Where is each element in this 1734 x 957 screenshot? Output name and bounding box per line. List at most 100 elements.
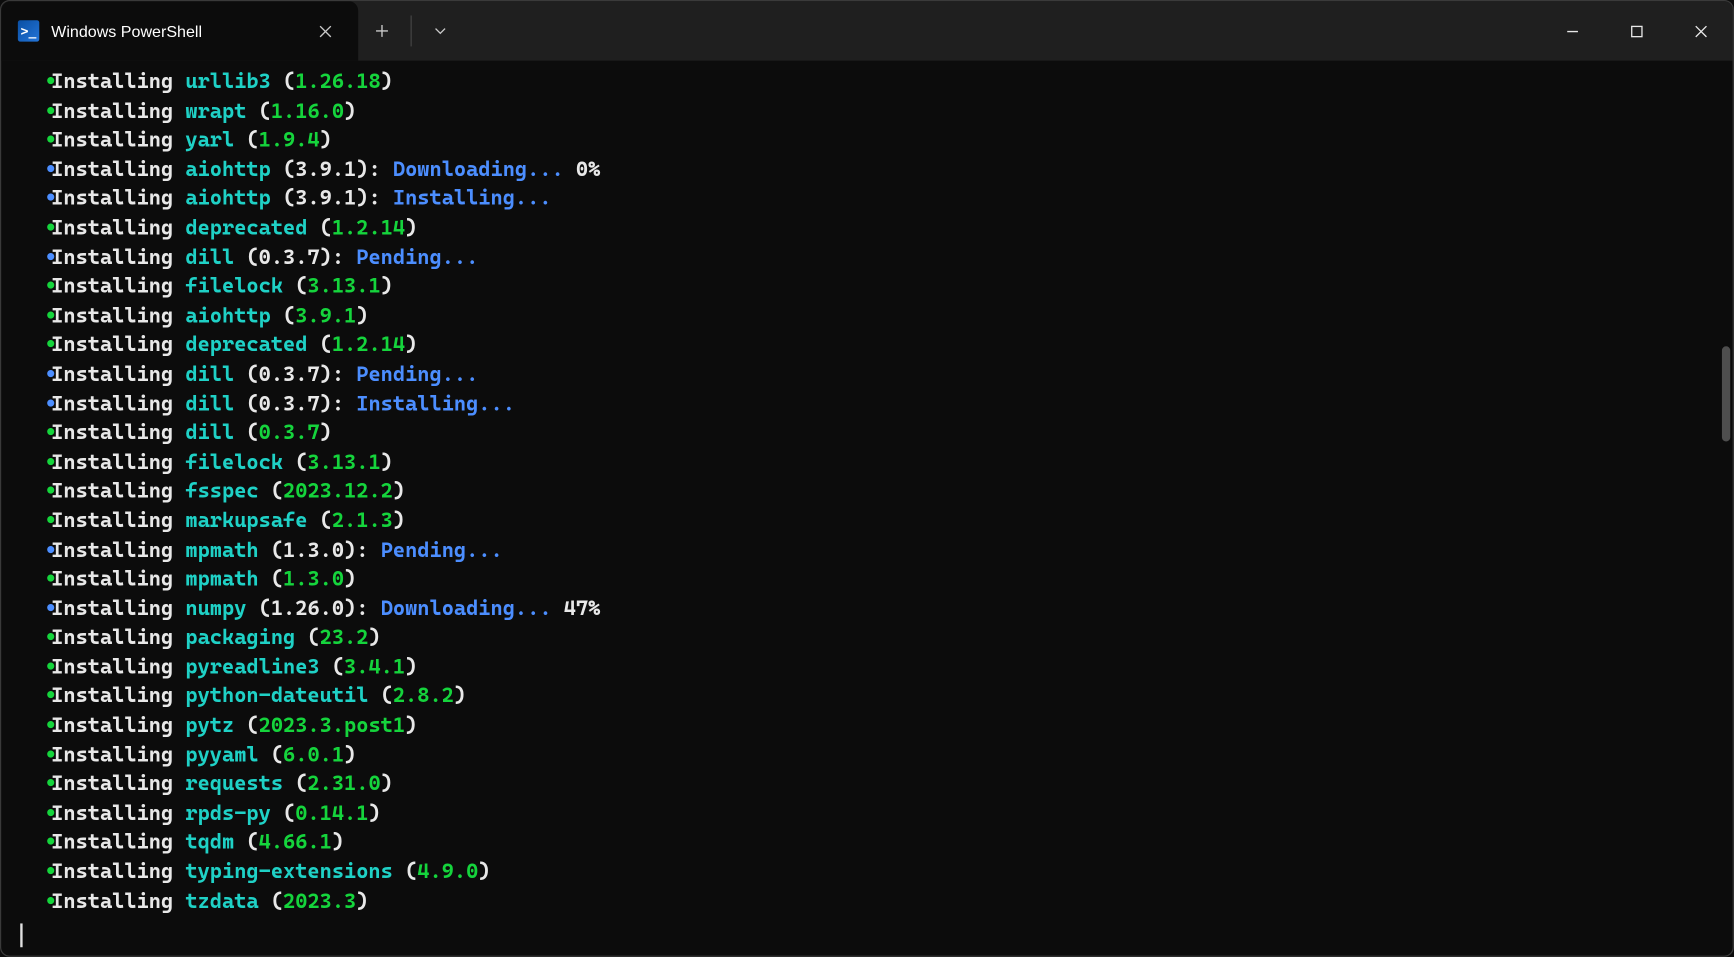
install-label: Installing xyxy=(51,480,185,504)
output-line: • Installing dill (0.3.7): Pending... xyxy=(20,243,1732,272)
output-line: • Installing requests (2.31.0) xyxy=(20,770,1732,799)
install-label: Installing xyxy=(51,158,185,182)
terminal-window: >_ Windows PowerShell xyxy=(0,0,1734,957)
package-version: 23.2 xyxy=(320,626,369,650)
package-name: numpy xyxy=(185,597,246,621)
package-version: 0.3.7 xyxy=(259,363,320,387)
bullet-icon: • xyxy=(20,624,51,653)
package-name: dill xyxy=(185,363,234,387)
output-line: • Installing pyyaml (6.0.1) xyxy=(20,741,1732,770)
progress-text: 47% xyxy=(552,597,601,621)
install-label: Installing xyxy=(51,538,185,562)
tab-powershell[interactable]: >_ Windows PowerShell xyxy=(1,1,358,61)
package-version: 3.4.1 xyxy=(344,656,405,680)
package-name: aiohttp xyxy=(185,158,270,182)
output-line: • Installing dill (0.3.7) xyxy=(20,419,1732,448)
install-label: Installing xyxy=(51,246,185,270)
bullet-icon: • xyxy=(20,331,51,360)
output-line: • Installing yarl (1.9.4) xyxy=(20,126,1732,155)
close-window-button[interactable] xyxy=(1668,1,1732,61)
package-name: dill xyxy=(185,246,234,270)
status-text: Downloading... xyxy=(393,158,564,182)
package-name: aiohttp xyxy=(185,187,270,211)
output-line: • Installing mpmath (1.3.0) xyxy=(20,565,1732,594)
package-name: urllib3 xyxy=(185,70,270,94)
minimize-icon xyxy=(1565,24,1578,37)
bullet-icon: • xyxy=(20,302,51,331)
window-controls xyxy=(1540,1,1733,61)
package-name: packaging xyxy=(185,626,295,650)
install-label: Installing xyxy=(51,187,185,211)
output-line: • Installing fsspec (2023.12.2) xyxy=(20,478,1732,507)
output-line: • Installing aiohttp (3.9.1) xyxy=(20,302,1732,331)
package-name: pyreadline3 xyxy=(185,656,319,680)
install-label: Installing xyxy=(51,656,185,680)
output-line: • Installing deprecated (1.2.14) xyxy=(20,331,1732,360)
package-name: typing-extensions xyxy=(185,860,392,884)
bullet-icon: • xyxy=(20,97,51,126)
package-name: yarl xyxy=(185,129,234,153)
package-version: 0.3.7 xyxy=(259,392,320,416)
bullet-icon: • xyxy=(20,390,51,419)
status-text: Installing... xyxy=(393,187,552,211)
install-label: Installing xyxy=(51,831,185,855)
terminal-output[interactable]: • Installing urllib3 (1.26.18) • Install… xyxy=(1,61,1732,948)
scrollbar-track[interactable] xyxy=(1721,63,1731,951)
bullet-icon: • xyxy=(20,595,51,624)
package-name: fsspec xyxy=(185,480,258,504)
new-tab-button[interactable] xyxy=(358,1,406,61)
status-text: Pending... xyxy=(381,538,503,562)
install-label: Installing xyxy=(51,334,185,358)
package-name: dill xyxy=(185,421,234,445)
output-line: • Installing rpds-py (0.14.1) xyxy=(20,799,1732,828)
package-name: deprecated xyxy=(185,217,307,241)
output-line: • Installing aiohttp (3.9.1): Installing… xyxy=(20,185,1732,214)
status-text: Installing... xyxy=(356,392,515,416)
output-line: • Installing tqdm (4.66.1) xyxy=(20,829,1732,858)
close-icon xyxy=(318,24,331,37)
package-version: 3.9.1 xyxy=(295,158,356,182)
package-version: 1.3.0 xyxy=(283,538,344,562)
close-tab-button[interactable] xyxy=(311,17,340,46)
package-name: tqdm xyxy=(185,831,234,855)
package-version: 2.31.0 xyxy=(307,773,380,797)
status-text: Downloading... xyxy=(381,597,552,621)
output-line: • Installing urllib3 (1.26.18) xyxy=(20,68,1732,97)
output-line: • Installing filelock (3.13.1) xyxy=(20,448,1732,477)
bullet-icon: • xyxy=(20,507,51,536)
package-version: 2023.3 xyxy=(283,890,356,914)
package-version: 0.3.7 xyxy=(259,421,320,445)
output-line: • Installing mpmath (1.3.0): Pending... xyxy=(20,536,1732,565)
output-line: • Installing filelock (3.13.1) xyxy=(20,273,1732,302)
bullet-icon: • xyxy=(20,887,51,916)
install-label: Installing xyxy=(51,743,185,767)
package-version: 1.26.18 xyxy=(295,70,380,94)
minimize-button[interactable] xyxy=(1540,1,1604,61)
output-line: • Installing wrapt (1.16.0) xyxy=(20,97,1732,126)
tab-bar: >_ Windows PowerShell xyxy=(1,1,1540,61)
scrollbar-thumb[interactable] xyxy=(1722,346,1730,441)
install-label: Installing xyxy=(51,714,185,738)
install-label: Installing xyxy=(51,509,185,533)
install-label: Installing xyxy=(51,217,185,241)
install-label: Installing xyxy=(51,860,185,884)
divider xyxy=(411,15,412,46)
install-label: Installing xyxy=(51,568,185,592)
install-label: Installing xyxy=(51,451,185,475)
output-line: • Installing typing-extensions (4.9.0) xyxy=(20,858,1732,887)
package-name: deprecated xyxy=(185,334,307,358)
tab-dropdown-button[interactable] xyxy=(417,1,465,61)
package-name: rpds-py xyxy=(185,802,270,826)
bullet-icon: • xyxy=(20,770,51,799)
tab-title: Windows PowerShell xyxy=(51,22,299,40)
maximize-button[interactable] xyxy=(1604,1,1668,61)
package-name: python-dateutil xyxy=(185,685,368,709)
package-name: requests xyxy=(185,773,283,797)
titlebar: >_ Windows PowerShell xyxy=(1,1,1732,61)
package-version: 1.26.0 xyxy=(271,597,344,621)
maximize-icon xyxy=(1630,24,1643,37)
package-version: 1.16.0 xyxy=(271,99,344,123)
status-text: Pending... xyxy=(356,363,478,387)
package-version: 3.9.1 xyxy=(295,187,356,211)
package-version: 1.9.4 xyxy=(259,129,320,153)
